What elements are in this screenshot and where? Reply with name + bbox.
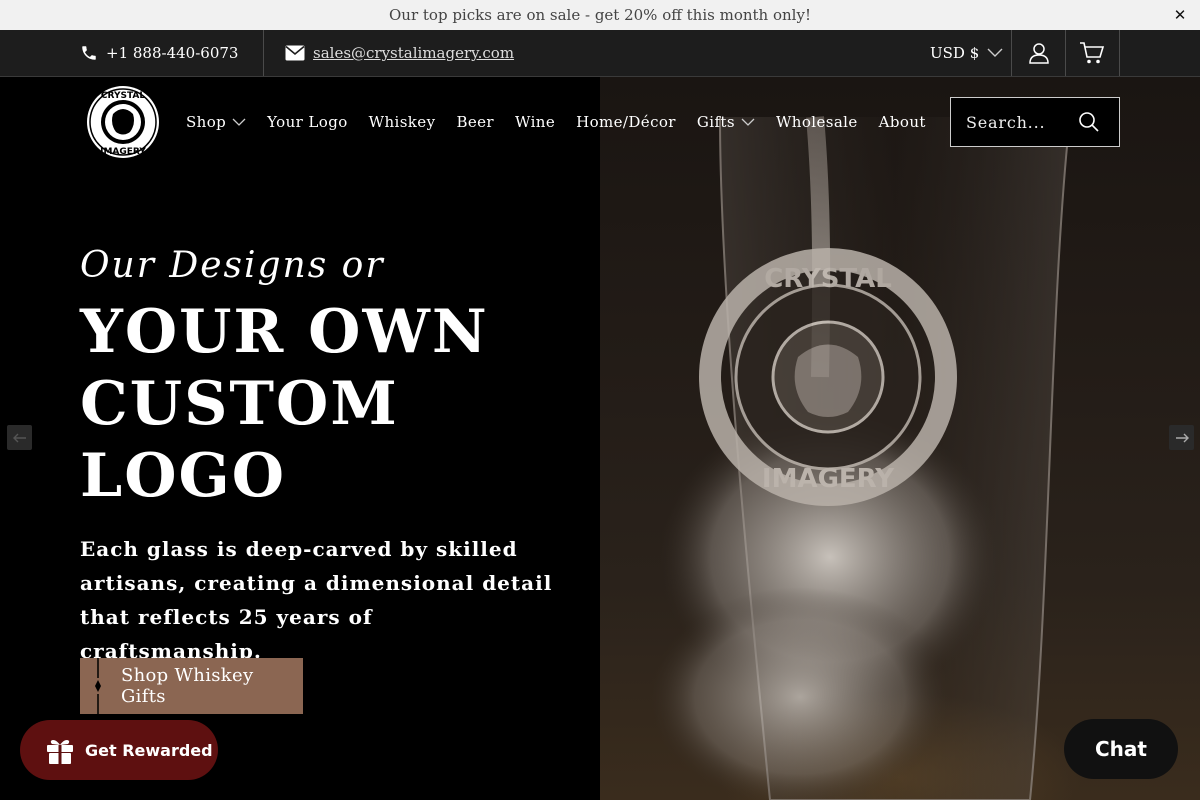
- chevron-down-icon: [232, 118, 246, 126]
- phone-icon: [82, 46, 96, 60]
- nav-item-home-decor[interactable]: Home/Décor: [576, 113, 676, 131]
- hero-image: CRYSTAL IMAGERY: [600, 77, 1200, 800]
- nav-label: Gifts: [696, 113, 735, 131]
- get-rewarded-button[interactable]: Get Rewarded: [20, 720, 218, 780]
- nav-item-your-logo[interactable]: Your Logo: [267, 113, 347, 131]
- cart-icon: [1080, 42, 1105, 64]
- chevron-down-icon: [741, 118, 755, 126]
- nav-item-wholesale[interactable]: Wholesale: [776, 113, 858, 131]
- arrow-left-icon: [12, 433, 26, 442]
- nav-label: About: [878, 113, 926, 131]
- utility-bar: +1 888-440-6073 sales@crystalimagery.com…: [0, 30, 1200, 77]
- rewards-label: Get Rewarded: [85, 740, 213, 760]
- divider: [1119, 30, 1120, 76]
- currency-selector[interactable]: USD $: [930, 30, 1003, 76]
- search-button[interactable]: [1077, 110, 1101, 134]
- hero-script-heading: Our Designs or: [80, 245, 385, 286]
- close-icon[interactable]: ✕: [1170, 5, 1190, 25]
- chevron-down-icon: [987, 48, 1003, 57]
- nav-label: Shop: [186, 113, 227, 131]
- phone-number: +1 888-440-6073: [106, 44, 239, 62]
- carousel-prev-button[interactable]: [7, 425, 32, 450]
- main-nav: Shop Your Logo Whiskey Beer Wine Home/Dé…: [186, 104, 947, 140]
- phone-link[interactable]: +1 888-440-6073: [80, 30, 238, 76]
- search-box: [950, 97, 1120, 147]
- chat-label: Chat: [1095, 737, 1147, 761]
- nav-label: Whiskey: [368, 113, 436, 131]
- etched-logo-top-text: CRYSTAL: [764, 264, 892, 294]
- mail-icon: [285, 45, 305, 61]
- logo-bottom-text: IMAGERY: [100, 147, 146, 157]
- nav-item-beer[interactable]: Beer: [456, 113, 494, 131]
- divider: [263, 30, 264, 76]
- search-icon: [1079, 112, 1099, 132]
- nav-label: Wholesale: [775, 113, 858, 131]
- etched-logo: CRYSTAL IMAGERY: [699, 248, 957, 506]
- nav-item-whiskey[interactable]: Whiskey: [369, 113, 436, 131]
- account-button[interactable]: [1012, 30, 1066, 76]
- etched-logo-bottom-text: IMAGERY: [762, 464, 895, 494]
- cart-button[interactable]: [1065, 30, 1119, 76]
- nav-item-shop[interactable]: Shop: [186, 113, 246, 131]
- carousel-next-button[interactable]: [1169, 425, 1194, 450]
- search-input[interactable]: [966, 112, 1076, 132]
- email-address: sales@crystalimagery.com: [313, 44, 515, 62]
- nav-item-wine[interactable]: Wine: [515, 113, 555, 131]
- champagne-glass-illustration: CRYSTAL IMAGERY: [650, 116, 1071, 800]
- gift-icon: [47, 739, 73, 764]
- arrow-right-icon: [1175, 433, 1189, 442]
- user-icon: [1029, 43, 1049, 64]
- diamond-divider-icon: [95, 658, 101, 714]
- currency-label: USD $: [930, 44, 980, 62]
- nav-item-about[interactable]: About: [879, 113, 926, 131]
- nav-label: Wine: [515, 113, 556, 131]
- logo-emblem-icon: CRYSTAL IMAGERY: [87, 86, 159, 158]
- logo-top-text: CRYSTAL: [101, 91, 145, 101]
- site-logo[interactable]: CRYSTAL IMAGERY: [86, 82, 160, 162]
- nav-item-gifts[interactable]: Gifts: [697, 113, 755, 131]
- hero-title: YOUR OWN CUSTOM LOGO: [80, 297, 489, 511]
- nav-label: Home/Décor: [576, 113, 676, 131]
- email-link[interactable]: sales@crystalimagery.com: [285, 30, 514, 76]
- announcement-text: Our top picks are on sale - get 20% off …: [389, 6, 811, 24]
- nav-label: Your Logo: [267, 113, 348, 131]
- nav-label: Beer: [456, 113, 495, 131]
- cta-label: Shop Whiskey Gifts: [121, 665, 254, 707]
- shop-whiskey-gifts-button[interactable]: Shop Whiskey Gifts: [80, 658, 303, 714]
- hero-subtitle: Each glass is deep-carved by skilled art…: [80, 537, 553, 663]
- announcement-bar: Our top picks are on sale - get 20% off …: [0, 0, 1200, 30]
- chat-button[interactable]: Chat: [1064, 719, 1178, 779]
